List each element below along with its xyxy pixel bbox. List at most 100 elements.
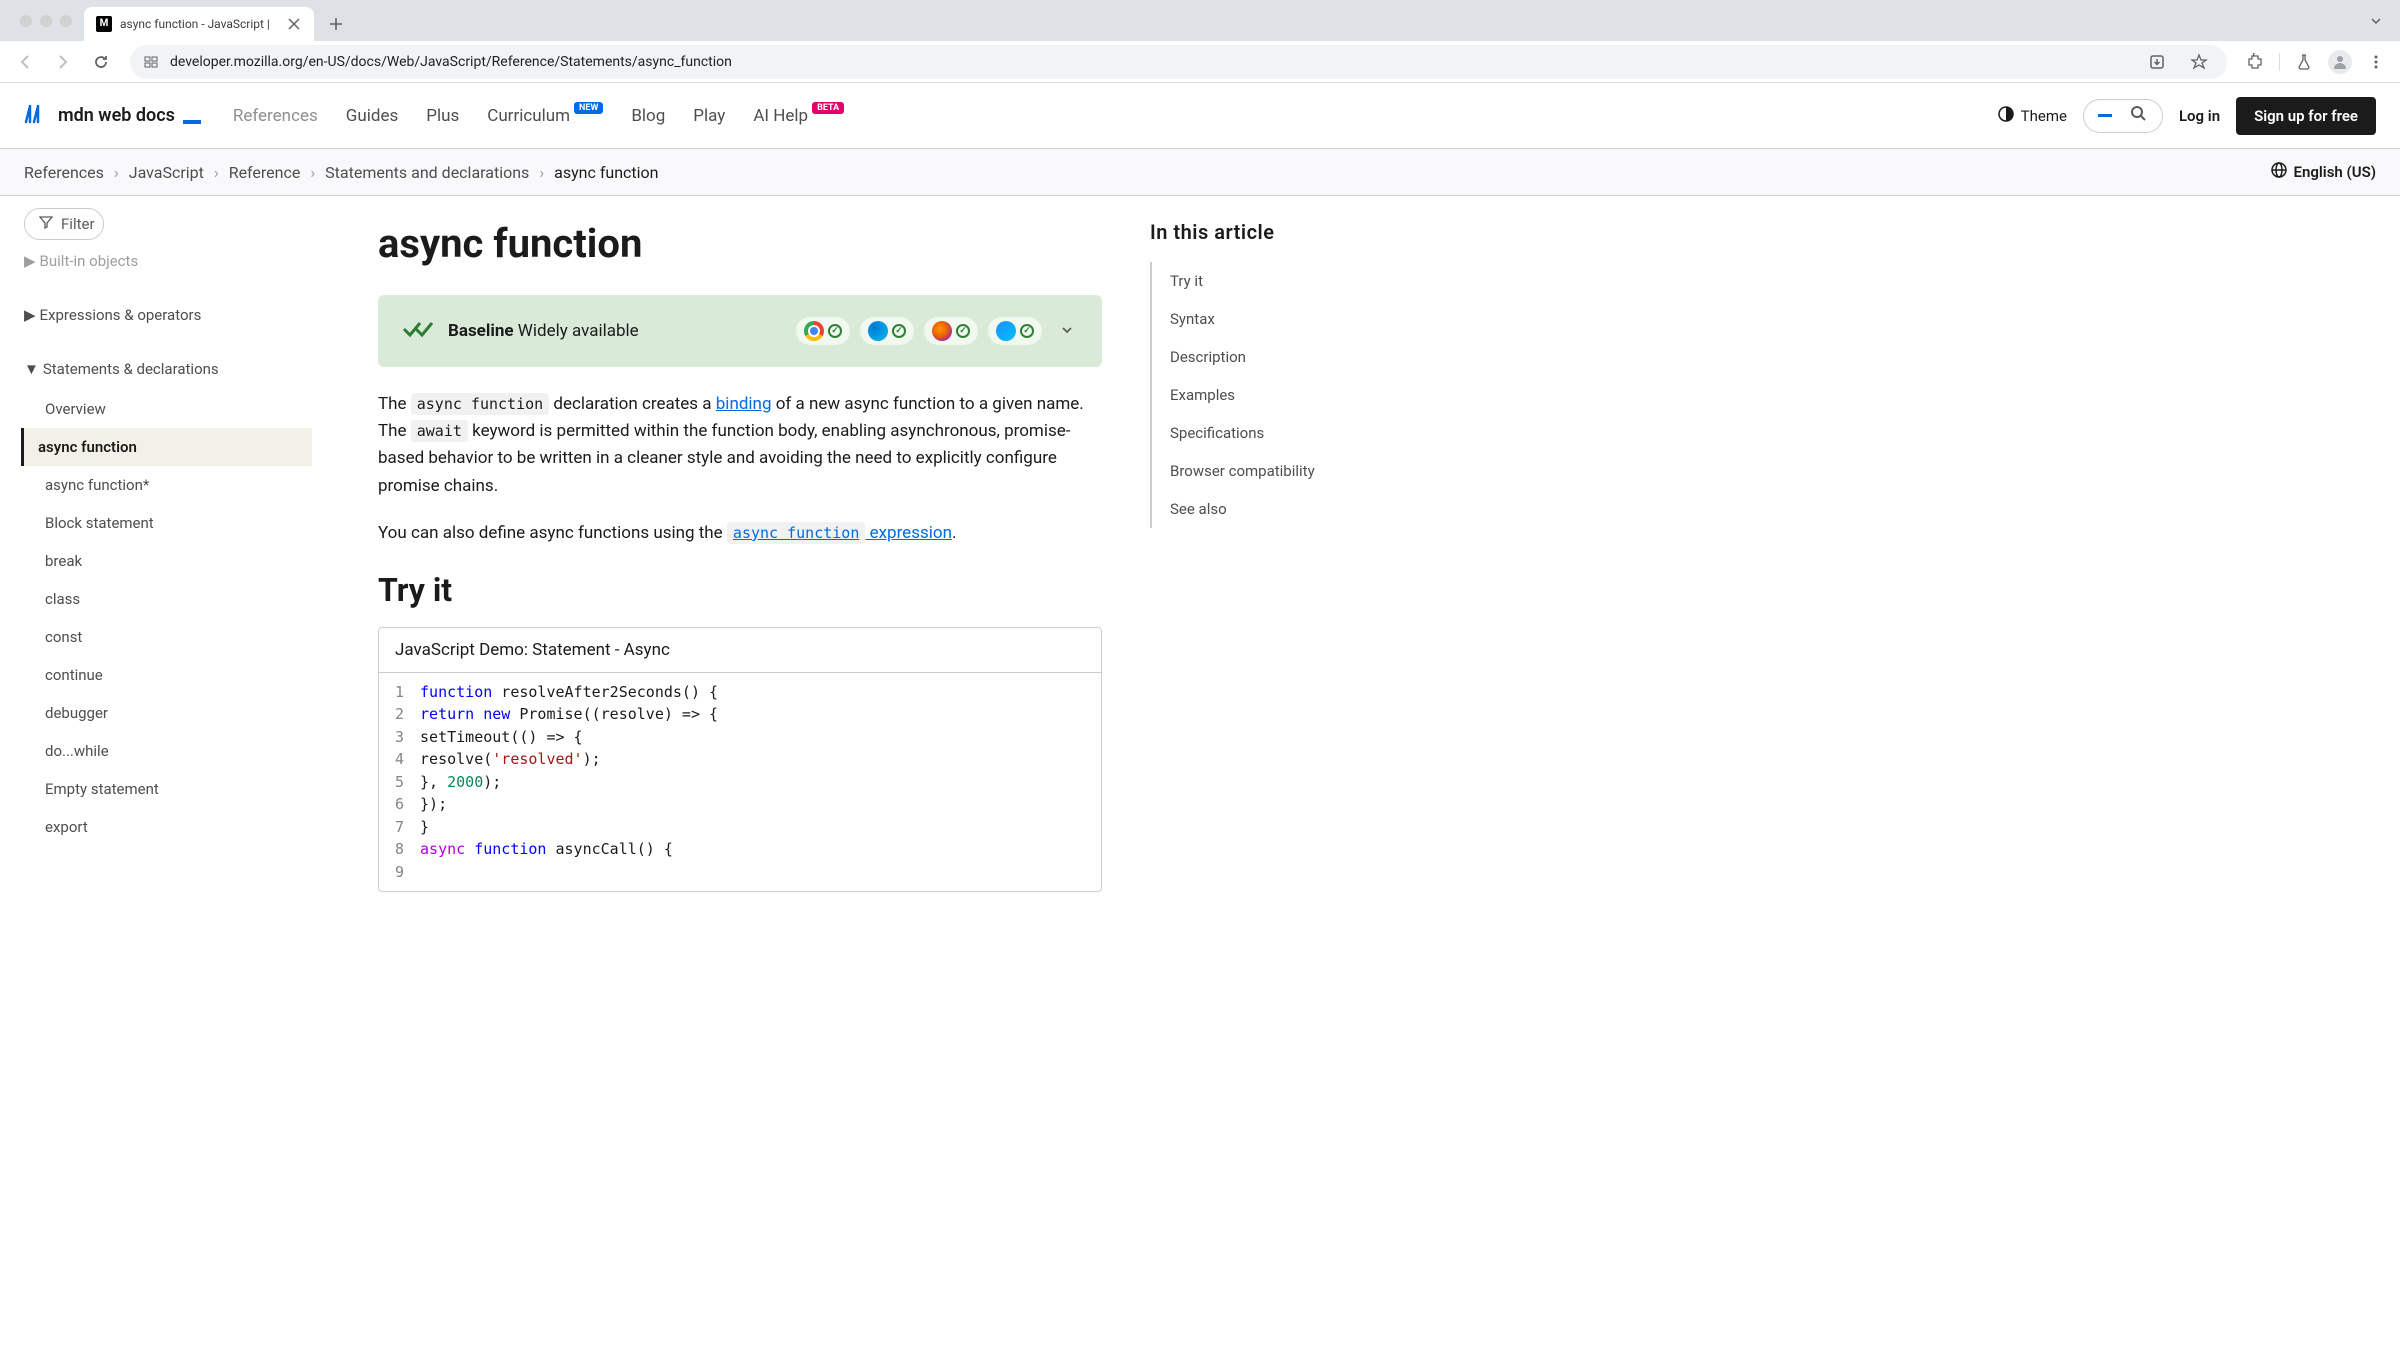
triangle-right-icon: ▶ [24,252,36,270]
toc-try-it[interactable]: Try it [1152,262,1396,300]
nav-blog[interactable]: Blog [631,106,665,126]
nav-ai-help[interactable]: AI Help BETA [753,106,844,126]
nav-guides[interactable]: Guides [346,106,398,126]
sidebar-item-break[interactable]: break [24,542,312,580]
firefox-support [924,317,978,345]
theme-label: Theme [2021,107,2067,125]
baseline-text: Baseline Widely available [448,321,782,341]
sidebar-item-do-while[interactable]: do...while [24,732,312,770]
toc-specifications[interactable]: Specifications [1152,414,1396,452]
page-title: async function [378,220,1102,267]
bookmark-icon[interactable] [2183,46,2215,78]
triangle-right-icon: ▶ [24,306,36,324]
mdn-logo-underscore [183,120,201,124]
tabs-dropdown-icon[interactable] [2360,5,2392,37]
mdn-logo[interactable]: mdn web docs [24,102,201,130]
login-link[interactable]: Log in [2179,107,2220,125]
signup-button[interactable]: Sign up for free [2236,97,2376,135]
profile-icon[interactable] [2324,46,2356,78]
theme-icon [1997,105,2015,127]
extensions-icon[interactable] [2239,46,2271,78]
maximize-window[interactable] [60,15,72,27]
breadcrumb-references[interactable]: References [24,163,104,182]
chevron-right-icon: › [214,163,219,182]
code-lines: function resolveAfter2Seconds() { return… [412,673,734,892]
new-tab-button[interactable] [322,10,350,38]
sidebar-item-export[interactable]: export [24,808,312,846]
sidebar-group-builtin[interactable]: ▶ Built-in objects [24,252,312,270]
filter-icon [39,215,53,233]
search-cursor [2098,114,2112,117]
toc-see-also[interactable]: See also [1152,490,1396,528]
link-async-expression[interactable]: async function expression [727,523,952,543]
link-binding[interactable]: binding [716,394,772,414]
sidebar-item-overview[interactable]: Overview [24,390,312,428]
minimize-window[interactable] [40,15,52,27]
mdn-header: mdn web docs References Guides Plus Curr… [0,83,2400,149]
sidebar-item-continue[interactable]: continue [24,656,312,694]
language-selector[interactable]: English (US) [2270,161,2376,183]
breadcrumb: References › JavaScript › Reference › St… [24,163,659,182]
toc-browser-compat[interactable]: Browser compatibility [1152,452,1396,490]
site-info-icon[interactable] [142,53,160,71]
breadcrumb-reference[interactable]: Reference [229,163,301,182]
beta-badge: BETA [812,102,844,114]
sidebar-item-debugger[interactable]: debugger [24,694,312,732]
code-async-function: async function [411,393,549,415]
back-button[interactable] [8,45,42,79]
nav-play[interactable]: Play [693,106,725,126]
browser-support-icons [796,317,1042,345]
filter-input[interactable]: Filter [24,208,104,240]
tab-bar: M async function - JavaScript | [0,0,2400,41]
install-app-icon[interactable] [2141,46,2173,78]
mdn-favicon: M [96,16,112,32]
breadcrumb-statements[interactable]: Statements and declarations [325,163,529,182]
chrome-icon [804,321,824,341]
main-layout: Filter ▶ Built-in objects ▶ Expressions … [0,196,2400,916]
main-nav: References Guides Plus Curriculum NEW Bl… [233,106,844,126]
filter-label: Filter [61,215,95,233]
mdn-logo-icon [24,102,52,130]
toc-list: Try it Syntax Description Examples Speci… [1150,262,1396,528]
chevron-right-icon: › [539,163,544,182]
close-window[interactable] [20,15,32,27]
toc-syntax[interactable]: Syntax [1152,300,1396,338]
toc-examples[interactable]: Examples [1152,376,1396,414]
theme-toggle[interactable]: Theme [1997,105,2067,127]
sidebar-group-expressions[interactable]: ▶ Expressions & operators [24,306,312,324]
new-badge: NEW [574,102,603,114]
forward-button[interactable] [46,45,80,79]
sidebar-item-async-function[interactable]: async function [21,428,312,466]
reload-button[interactable] [84,45,118,79]
sidebar-item-class[interactable]: class [24,580,312,618]
search-icon [2130,105,2148,127]
intro-paragraph-2: You can also define async functions usin… [378,520,1102,547]
breadcrumb-bar: References › JavaScript › Reference › St… [0,149,2400,196]
toc-description[interactable]: Description [1152,338,1396,376]
address-bar[interactable]: developer.mozilla.org/en-US/docs/Web/Jav… [130,45,2227,79]
header-right: Theme Log in Sign up for free [1997,97,2376,135]
sidebar-item-const[interactable]: const [24,618,312,656]
triangle-down-icon: ▼ [24,360,39,378]
nav-plus[interactable]: Plus [426,106,459,126]
menu-icon[interactable] [2360,46,2392,78]
globe-icon [2270,161,2288,183]
expand-baseline-icon[interactable] [1056,318,1078,345]
sidebar-item-empty[interactable]: Empty statement [24,770,312,808]
url-text: developer.mozilla.org/en-US/docs/Web/Jav… [170,54,2131,70]
browser-tab[interactable]: M async function - JavaScript | [84,7,314,41]
breadcrumb-javascript[interactable]: JavaScript [129,163,204,182]
nav-references[interactable]: References [233,106,318,126]
baseline-check-icon [402,317,434,345]
check-icon [892,324,906,338]
sidebar-group-statements[interactable]: ▼ Statements & declarations [24,360,312,378]
labs-icon[interactable] [2288,46,2320,78]
sidebar-item-block[interactable]: Block statement [24,504,312,542]
search-input[interactable] [2083,99,2163,133]
nav-curriculum-label: Curriculum [487,106,570,126]
sidebar-item-async-function-star[interactable]: async function* [24,466,312,504]
nav-curriculum[interactable]: Curriculum NEW [487,106,603,126]
edge-support [860,317,914,345]
close-tab-icon[interactable] [286,16,302,32]
code-editor[interactable]: 123456789 function resolveAfter2Seconds(… [379,673,1101,892]
